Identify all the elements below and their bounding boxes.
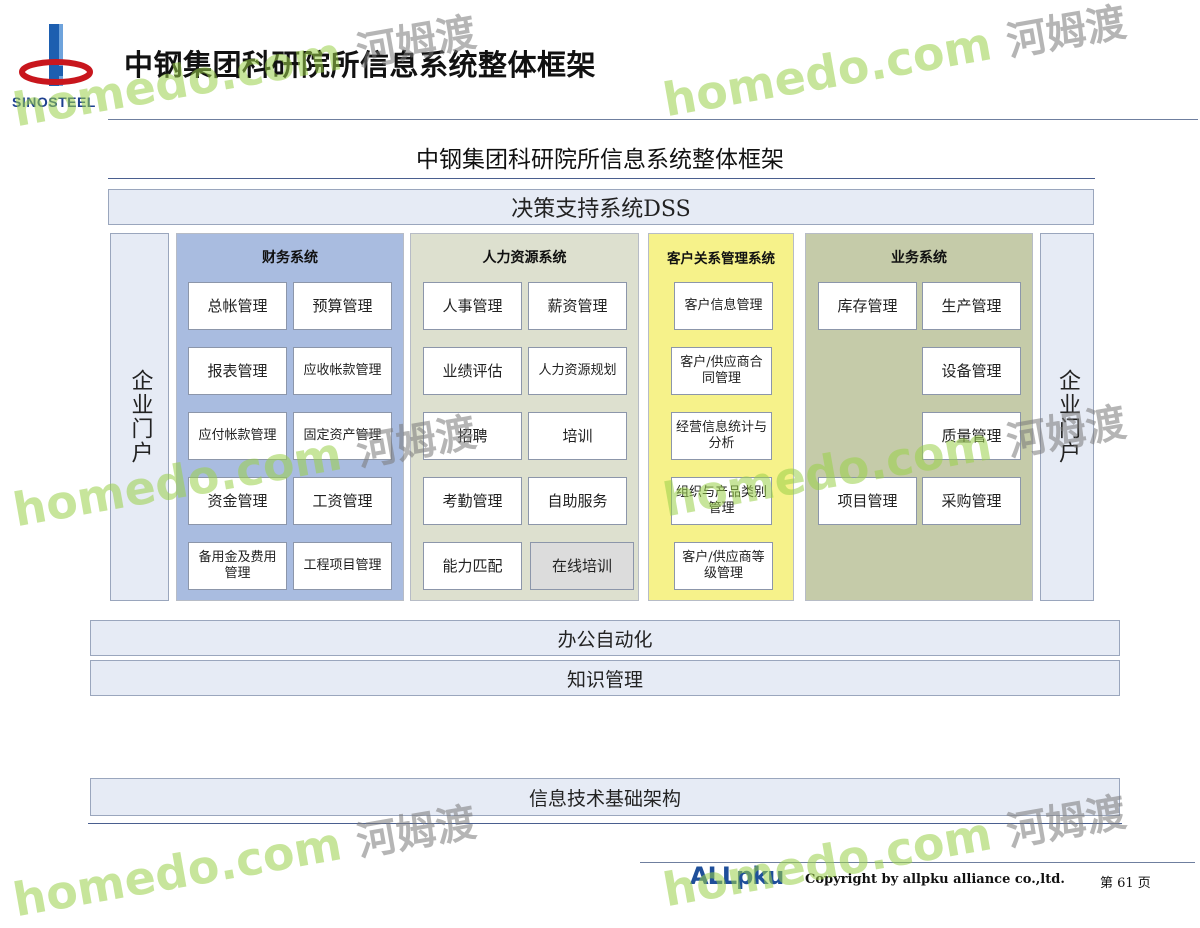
enterprise-portal-right: 企业门户 — [1040, 233, 1094, 601]
portal-right-label: 企业门户 — [1055, 369, 1080, 465]
business-item: 项目管理 — [818, 477, 917, 525]
finance-system-panel: 财务系统 总帐管理 预算管理 报表管理 应收帐款管理 应付帐款管理 固定资产管理… — [176, 233, 404, 601]
watermark-han: 河姆渡 — [1003, 0, 1130, 66]
finance-item: 应付帐款管理 — [188, 412, 287, 460]
office-automation-band: 办公自动化 — [90, 620, 1120, 656]
allpku-logo: ALLpku — [690, 862, 784, 890]
copyright-text: Copyright by allpku alliance co.,ltd. — [805, 872, 1065, 887]
portal-left-label: 企业门户 — [127, 369, 153, 465]
business-item: 库存管理 — [818, 282, 917, 330]
dss-band: 决策支持系统DSS — [108, 189, 1094, 225]
crm-item: 经营信息统计与分析 — [671, 412, 772, 460]
watermark: homedo.com 河姆渡 — [659, 0, 1130, 128]
dss-label: 决策支持系统DSS — [511, 197, 691, 222]
logo-text: SINOSTEEL — [12, 94, 96, 110]
crm-item: 组织与产品类别管理 — [671, 477, 772, 525]
hr-item: 薪资管理 — [528, 282, 627, 330]
crm-system-title: 客户关系管理系统 — [667, 251, 775, 267]
finance-item: 总帐管理 — [188, 282, 287, 330]
enterprise-portal-left: 企业门户 — [110, 233, 169, 601]
finance-item: 应收帐款管理 — [293, 347, 392, 395]
crm-item: 客户/供应商等级管理 — [674, 542, 773, 590]
office-automation-label: 办公自动化 — [557, 628, 653, 651]
crm-item: 客户信息管理 — [674, 282, 773, 330]
watermark-text: homedo.com — [9, 816, 346, 928]
business-item: 采购管理 — [922, 477, 1021, 525]
diagram-title: 中钢集团科研院所信息系统整体框架 — [416, 147, 784, 173]
hr-item: 能力匹配 — [423, 542, 522, 590]
finance-item: 工资管理 — [293, 477, 392, 525]
hr-item: 培训 — [528, 412, 627, 460]
finance-item: 资金管理 — [188, 477, 287, 525]
hr-system-title: 人力资源系统 — [482, 250, 567, 266]
sinosteel-logo-icon — [14, 22, 94, 94]
infrastructure-divider — [88, 823, 1122, 824]
hr-system-panel: 人力资源系统 人事管理 薪资管理 业绩评估 人力资源规划 招聘 培训 考勤管理 … — [410, 233, 639, 601]
business-item: 质量管理 — [922, 412, 1021, 460]
finance-item: 备用金及费用管理 — [188, 542, 287, 590]
header-divider — [108, 119, 1198, 120]
hr-item: 招聘 — [423, 412, 522, 460]
page-number: 第 61 页 — [1100, 876, 1151, 891]
finance-item: 预算管理 — [293, 282, 392, 330]
page-title: 中钢集团科研院所信息系统整体框架 — [124, 48, 597, 82]
hr-item: 在线培训 — [530, 542, 634, 590]
business-system-title: 业务系统 — [891, 250, 947, 266]
finance-item: 工程项目管理 — [293, 542, 392, 590]
knowledge-management-label: 知识管理 — [566, 668, 643, 691]
hr-item: 人力资源规划 — [528, 347, 627, 395]
finance-system-title: 财务系统 — [262, 250, 318, 266]
crm-system-panel: 客户关系管理系统 客户信息管理 客户/供应商合同管理 经营信息统计与分析 组织与… — [648, 233, 794, 601]
hr-item: 自助服务 — [528, 477, 627, 525]
watermark-text: homedo.com — [659, 16, 996, 128]
crm-item: 客户/供应商合同管理 — [671, 347, 772, 395]
finance-item: 报表管理 — [188, 347, 287, 395]
hr-item: 人事管理 — [423, 282, 522, 330]
it-infrastructure-band: 信息技术基础架构 — [90, 778, 1120, 816]
subtitle-divider — [108, 178, 1095, 179]
business-system-panel: 业务系统 库存管理 生产管理 设备管理 质量管理 项目管理 采购管理 — [805, 233, 1033, 601]
hr-item: 业绩评估 — [423, 347, 522, 395]
it-infrastructure-label: 信息技术基础架构 — [528, 787, 681, 810]
business-item: 生产管理 — [922, 282, 1021, 330]
hr-item: 考勤管理 — [423, 477, 522, 525]
finance-item: 固定资产管理 — [293, 412, 392, 460]
business-item: 设备管理 — [922, 347, 1021, 395]
knowledge-management-band: 知识管理 — [90, 660, 1120, 696]
